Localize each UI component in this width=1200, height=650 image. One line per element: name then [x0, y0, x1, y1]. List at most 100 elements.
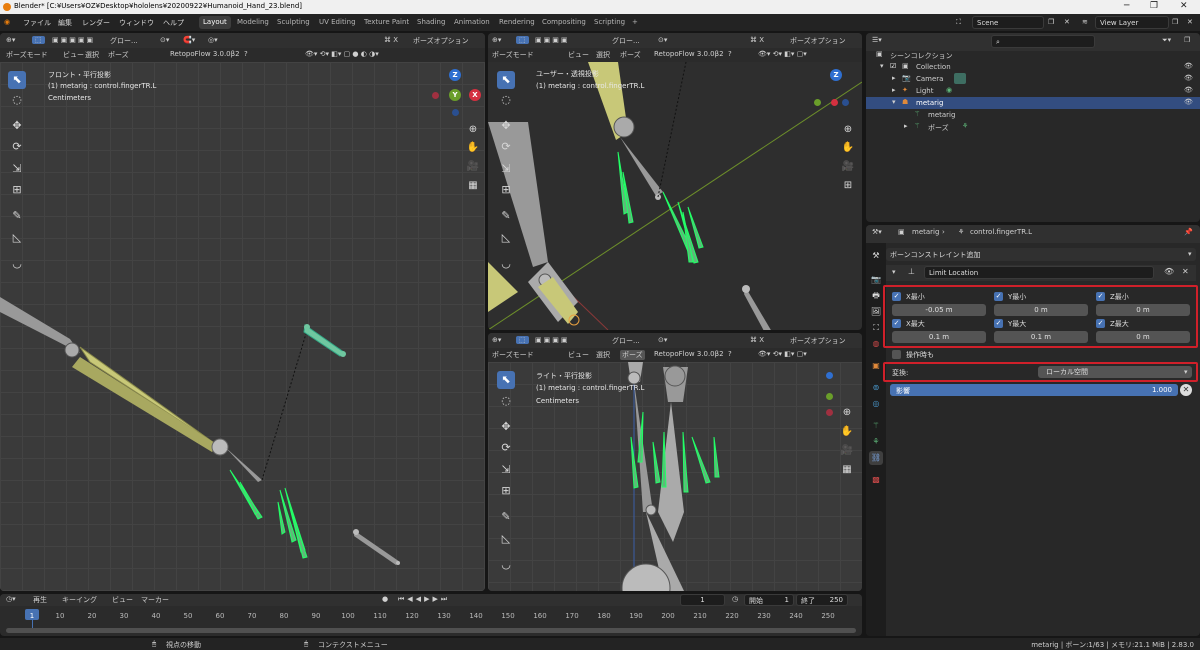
rotate-tool-icon[interactable]: ⟳ — [8, 138, 26, 156]
editor-type-icon[interactable]: ⊕▾ — [492, 336, 501, 344]
rotate-tool-icon[interactable]: ⟳ — [497, 439, 515, 457]
min-z-checkbox[interactable]: ✓ — [1096, 292, 1105, 301]
visibility-eye-icon[interactable]: 👁 — [1184, 86, 1193, 94]
tab-layout[interactable]: Layout — [199, 16, 231, 29]
x-mirror-icon[interactable]: ⌘ X — [750, 36, 764, 44]
transform-tool-icon[interactable]: ⊞ — [497, 181, 515, 199]
blender-menu-icon[interactable]: ◉ — [4, 18, 10, 26]
constraint-name-field[interactable]: Limit Location — [924, 266, 1154, 279]
gizmo-z-icon[interactable]: Z — [830, 69, 842, 81]
tab-shading[interactable]: Shading — [413, 16, 449, 29]
max-y-value-field[interactable]: 0.1 m — [994, 331, 1088, 343]
tab-scripting[interactable]: Scripting — [590, 16, 629, 29]
menu-view[interactable]: ビュー — [112, 595, 133, 605]
viewport-user[interactable]: ⊕▾ ⬚ ▣▣▣▣ グロー... ⊙▾ ⌘ X ポーズオプション ポーズモード … — [488, 33, 862, 330]
armature-tab-icon[interactable]: ⚚ — [869, 419, 883, 433]
help-icon[interactable]: ? — [244, 50, 248, 58]
annotate-tool-icon[interactable]: ✎ — [497, 207, 515, 225]
add-workspace-button[interactable]: + — [628, 16, 642, 29]
current-frame-field[interactable]: 1 — [680, 594, 725, 606]
menu-view[interactable]: ビュー — [568, 350, 589, 360]
delete-constraint-icon[interactable]: ✕ — [1182, 267, 1189, 276]
menu-keying[interactable]: キーイング — [62, 595, 97, 605]
select-tool-icon[interactable]: ⬉ — [497, 71, 515, 89]
visibility-eye-icon[interactable]: 👁 — [1184, 62, 1193, 70]
close-window-button[interactable]: ✕ — [1180, 1, 1188, 11]
expand-icon[interactable]: ▾ — [892, 98, 896, 106]
bone-tab-icon[interactable]: ⚘ — [869, 435, 883, 449]
snap-icon[interactable]: 🧲▾ — [183, 36, 195, 44]
menu-window[interactable]: ウィンドウ — [119, 18, 154, 28]
transform-tool-icon[interactable]: ⊞ — [497, 482, 515, 500]
retopoflow-button[interactable]: RetopoFlow 3.0.0β2 — [654, 350, 724, 358]
modifier-tab-icon[interactable]: ⊚ — [869, 381, 883, 395]
menu-file[interactable]: ファイル — [23, 18, 51, 28]
gizmo-negz-icon[interactable] — [842, 99, 849, 106]
min-z-value-field[interactable]: 0 m — [1096, 304, 1190, 316]
expand-icon[interactable]: ▸ — [892, 74, 896, 82]
pan-icon[interactable]: ✋ — [840, 425, 854, 439]
menu-marker[interactable]: マーカー — [141, 595, 169, 605]
outliner-item-light[interactable]: ▸ ✦ Light ◉ 👁 — [866, 85, 1200, 97]
mode-dropdown[interactable]: ポーズモード — [492, 50, 534, 60]
max-y-checkbox[interactable]: ✓ — [994, 319, 1003, 328]
proportional-icon[interactable]: ◎▾ — [208, 36, 218, 44]
viewport-front[interactable]: ⊕▾ ⬚ ▣▣▣▣▣ グロー... ⊙▾ 🧲▾ ◎▾ ⌘ X ポーズオプション … — [0, 33, 485, 591]
collapse-icon[interactable]: ▾ — [892, 268, 896, 276]
min-x-checkbox[interactable]: ✓ — [892, 292, 901, 301]
x-mirror-icon[interactable]: ⌘ X — [750, 336, 764, 344]
view-layer-selector[interactable]: View Layer — [1095, 16, 1169, 29]
outliner-item-collection[interactable]: ▾ ☑ ▣ Collection 👁 — [866, 61, 1200, 73]
minimize-button[interactable]: ─ — [1124, 1, 1129, 11]
transform-orientation-dropdown[interactable]: グロー... — [612, 336, 640, 346]
menu-playback[interactable]: 再生 — [33, 595, 47, 605]
zoom-icon[interactable]: ⊕ — [841, 123, 855, 137]
pose-tool-icon[interactable]: ◡ — [497, 255, 515, 273]
menu-select[interactable]: 選択 — [596, 350, 610, 360]
disable-keep-transform-icon[interactable]: ✕ — [1180, 384, 1192, 396]
view-layer-icon[interactable]: ≋ — [1082, 18, 1088, 26]
view-layer-tab-icon[interactable]: 🖼 — [869, 305, 883, 319]
select-mode-icons[interactable]: ▣▣▣▣▣ — [52, 36, 95, 44]
tab-texture-paint[interactable]: Texture Paint — [360, 16, 413, 29]
select-box-icon[interactable]: ⬚ — [516, 336, 529, 344]
output-tab-icon[interactable]: 🖶 — [869, 289, 883, 303]
bone-constraint-tab-icon[interactable]: ⛓ — [869, 451, 883, 465]
pose-options-dropdown[interactable]: ポーズオプション — [790, 36, 846, 46]
pan-icon[interactable]: ✋ — [841, 141, 855, 155]
transform-tool-icon[interactable]: ⊞ — [8, 181, 26, 199]
menu-pose[interactable]: ポーズ — [620, 50, 641, 60]
menu-select[interactable]: 選択 — [596, 50, 610, 60]
camera-view-icon[interactable]: 🎥 — [841, 160, 855, 174]
scene-selector[interactable]: Scene — [972, 16, 1044, 29]
scale-tool-icon[interactable]: ⇲ — [8, 160, 26, 178]
scale-tool-icon[interactable]: ⇲ — [497, 160, 515, 178]
menu-help[interactable]: ヘルプ — [163, 18, 184, 28]
maximize-button[interactable]: ❐ — [1150, 1, 1158, 11]
menu-pose[interactable]: ポーズ — [620, 350, 645, 360]
gizmo-negz-icon[interactable] — [452, 109, 459, 116]
measure-tool-icon[interactable]: ◺ — [8, 229, 26, 247]
pin-icon[interactable]: 📌 — [1184, 228, 1193, 236]
pan-icon[interactable]: ✋ — [466, 141, 480, 155]
editor-type-icon[interactable]: ☰▾ — [872, 36, 882, 44]
max-x-value-field[interactable]: 0.1 m — [892, 331, 986, 343]
ortho-toggle-icon[interactable]: ▦ — [840, 463, 854, 477]
outliner-item-pose[interactable]: ▸ ⚚ ポーズ ⚘ — [866, 121, 1200, 133]
measure-tool-icon[interactable]: ◺ — [497, 530, 515, 548]
max-x-checkbox[interactable]: ✓ — [892, 319, 901, 328]
transform-orientation-dropdown[interactable]: グロー... — [110, 36, 138, 46]
menu-select[interactable]: 選択 — [85, 50, 99, 60]
texture-tab-icon[interactable]: ▩ — [869, 473, 883, 487]
affect-transform-checkbox[interactable] — [892, 350, 901, 359]
move-tool-icon[interactable]: ✥ — [8, 117, 26, 135]
gizmo-y-icon[interactable] — [814, 99, 821, 106]
camera-view-icon[interactable]: 🎥 — [466, 160, 480, 174]
pivot-icon[interactable]: ⊙▾ — [658, 36, 667, 44]
influence-slider[interactable]: 影響 1.000 — [890, 384, 1178, 396]
select-mode-icons[interactable]: ▣▣▣▣ — [535, 36, 569, 44]
filter-icon[interactable]: ⏷▾ — [1162, 36, 1171, 45]
constraint-enable-eye-icon[interactable]: 👁 — [1164, 267, 1174, 276]
camera-data-icon[interactable] — [954, 73, 966, 84]
light-data-icon[interactable]: ◉ — [946, 86, 952, 94]
